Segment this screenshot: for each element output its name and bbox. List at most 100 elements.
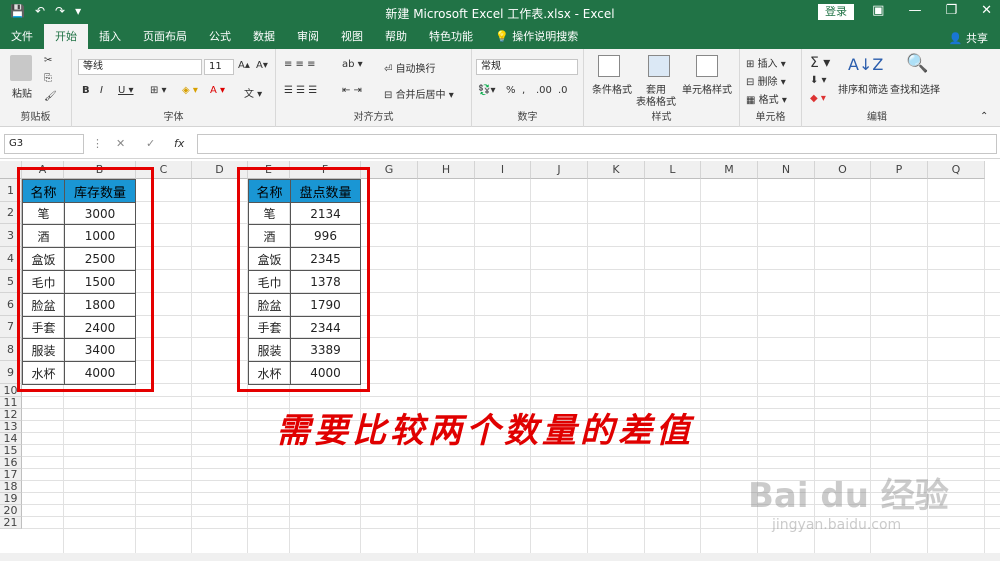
copy-icon[interactable]: ⎘ — [44, 73, 52, 84]
grid-row-line — [22, 315, 1000, 316]
tab-view[interactable]: 视图 — [330, 24, 374, 49]
increase-decimal-icon[interactable]: .00 — [536, 85, 552, 96]
bold-icon[interactable]: B — [82, 85, 90, 96]
delete-cells-button[interactable]: ⊟ 删除 ▾ — [746, 73, 786, 88]
percent-icon[interactable]: % — [506, 85, 516, 96]
merge-center-label: 合并后居中 — [395, 90, 446, 101]
close-icon[interactable]: ✕ — [981, 3, 992, 18]
editing-label: 编辑 — [867, 112, 887, 123]
formula-input[interactable] — [197, 134, 997, 154]
collapse-ribbon-icon[interactable]: ⌃ — [980, 111, 988, 122]
number-label: 数字 — [517, 112, 538, 123]
border-icon[interactable]: ⊞ ▾ — [150, 85, 167, 96]
column-header-k[interactable]: K — [588, 161, 645, 179]
find-icon[interactable]: 🔍 — [906, 53, 928, 74]
currency-icon[interactable]: 💱▾ — [478, 85, 495, 96]
cell-styles-button[interactable]: 单元格样式 — [682, 81, 732, 96]
underline-icon[interactable]: U ▾ — [118, 85, 134, 96]
format-cells-button[interactable]: ▦ 格式 ▾ — [746, 91, 787, 106]
annotation-text: 需要比较两个数量的差值 — [276, 411, 694, 451]
window-controls: ▣ — ❐ ✕ — [872, 3, 992, 18]
insert-cells-label: 插入 — [757, 59, 778, 70]
font-size-select[interactable]: 11 — [204, 59, 234, 75]
minimize-icon[interactable]: — — [908, 3, 921, 18]
cell-styles-icon[interactable] — [696, 55, 718, 77]
name-box[interactable]: G3 — [4, 134, 84, 154]
ribbon-display-icon[interactable]: ▣ — [872, 3, 884, 18]
title-bar: 💾 ↶ ↷ ▾ 新建 Microsoft Excel 工作表.xlsx - Ex… — [0, 0, 1000, 24]
sort-filter-button[interactable]: 排序和筛选 — [838, 81, 888, 96]
column-header-q[interactable]: Q — [928, 161, 985, 179]
table-format-icon[interactable] — [648, 55, 670, 77]
ribbon-tabs: 文件 开始 插入 页面布局 公式 数据 审阅 视图 帮助 特色功能 💡 操作说明… — [0, 24, 1000, 49]
indent-icon[interactable]: ⇤ ⇥ — [342, 85, 362, 96]
grid-row-line — [22, 292, 1000, 293]
cells-label: 单元格 — [755, 112, 786, 123]
tab-help[interactable]: 帮助 — [374, 24, 418, 49]
column-header-m[interactable]: M — [701, 161, 758, 179]
column-header-l[interactable]: L — [645, 161, 701, 179]
fill-color-icon[interactable]: ◈ ▾ — [182, 85, 198, 96]
highlight-box-left — [17, 167, 154, 392]
wrap-text-button[interactable]: ⏎ 自动换行 — [384, 60, 436, 75]
fill-icon[interactable]: ⬇ ▾ — [810, 75, 827, 86]
tab-formulas[interactable]: 公式 — [198, 24, 242, 49]
column-header-i[interactable]: I — [475, 161, 531, 179]
paste-icon[interactable] — [10, 55, 32, 81]
font-label: 字体 — [163, 112, 184, 123]
column-header-j[interactable]: J — [531, 161, 588, 179]
watermark-url: jingyan.baidu.com — [772, 517, 902, 533]
autosum-icon[interactable]: Σ ▾ — [810, 55, 830, 71]
tab-insert[interactable]: 插入 — [88, 24, 132, 49]
cut-icon[interactable]: ✂ — [44, 55, 52, 66]
row-header-21[interactable]: 21 — [0, 517, 22, 529]
grid-row-line — [22, 223, 1000, 224]
tab-page-layout[interactable]: 页面布局 — [132, 24, 198, 49]
group-editing: Σ ▾ ⬇ ▾ ◆ ▾ A↓Z 排序和筛选 🔍 查找和选择 编辑 — [802, 49, 952, 127]
tab-data[interactable]: 数据 — [242, 24, 286, 49]
tab-review[interactable]: 审阅 — [286, 24, 330, 49]
column-header-p[interactable]: P — [871, 161, 928, 179]
font-name-select[interactable]: 等线 — [78, 59, 202, 75]
top-align-icon[interactable]: ≡ ≡ ≡ — [284, 59, 316, 70]
restore-icon[interactable]: ❐ — [945, 3, 957, 18]
font-shrink-icon[interactable]: A▾ — [256, 60, 268, 71]
tab-home[interactable]: 开始 — [44, 24, 88, 49]
paste-button[interactable]: 粘贴 — [12, 85, 32, 100]
formula-bar: G3 ⋮ ✕ ✓ fx — [0, 127, 1000, 159]
sort-filter-icon[interactable]: A↓Z — [848, 55, 883, 74]
format-painter-icon[interactable]: 🖌 — [44, 91, 57, 102]
orientation-icon[interactable]: ab ▾ — [342, 59, 363, 70]
table-format-line2[interactable]: 表格格式 — [636, 93, 676, 108]
tab-features[interactable]: 特色功能 — [418, 24, 484, 49]
insert-cells-button[interactable]: ⊞ 插入 ▾ — [746, 55, 786, 70]
login-button[interactable]: 登录 — [818, 4, 854, 20]
phonetic-icon[interactable]: 文 ▾ — [244, 85, 262, 100]
left-align-icon[interactable]: ☰ ☰ ☰ — [284, 85, 317, 96]
font-grow-icon[interactable]: A▴ — [238, 60, 250, 71]
insert-function-icon[interactable]: fx — [174, 137, 184, 150]
comma-icon[interactable]: , — [522, 85, 525, 96]
decrease-decimal-icon[interactable]: .0 — [558, 85, 568, 96]
clear-icon[interactable]: ◆ ▾ — [810, 93, 826, 104]
conditional-format-icon[interactable] — [598, 55, 620, 77]
column-header-n[interactable]: N — [758, 161, 815, 179]
column-header-h[interactable]: H — [418, 161, 475, 179]
conditional-format-button[interactable]: 条件格式 — [592, 81, 632, 96]
group-clipboard: 粘贴 ✂ ⎘ 🖌 剪贴板 — [0, 49, 72, 127]
font-color-icon[interactable]: A ▾ — [210, 85, 225, 96]
cancel-icon[interactable]: ✕ — [116, 137, 125, 150]
group-font: 等线 11 A▴ A▾ B I U ▾ ⊞ ▾ ◈ ▾ A ▾ 文 ▾ 字体 — [72, 49, 276, 127]
italic-icon[interactable]: I — [100, 85, 103, 96]
column-header-o[interactable]: O — [815, 161, 871, 179]
find-select-button[interactable]: 查找和选择 — [890, 81, 940, 96]
number-format-select[interactable]: 常规 — [476, 59, 578, 75]
share-button[interactable]: 👤 共享 — [949, 30, 988, 46]
enter-icon[interactable]: ✓ — [146, 137, 155, 150]
merge-center-button[interactable]: ⊟ 合并后居中 ▾ — [384, 86, 454, 101]
tab-file[interactable]: 文件 — [0, 24, 44, 49]
grid-row-line — [22, 201, 1000, 202]
tell-me-search[interactable]: 💡 操作说明搜索 — [484, 24, 589, 49]
styles-label: 样式 — [651, 112, 672, 123]
grid-row-line — [22, 337, 1000, 338]
